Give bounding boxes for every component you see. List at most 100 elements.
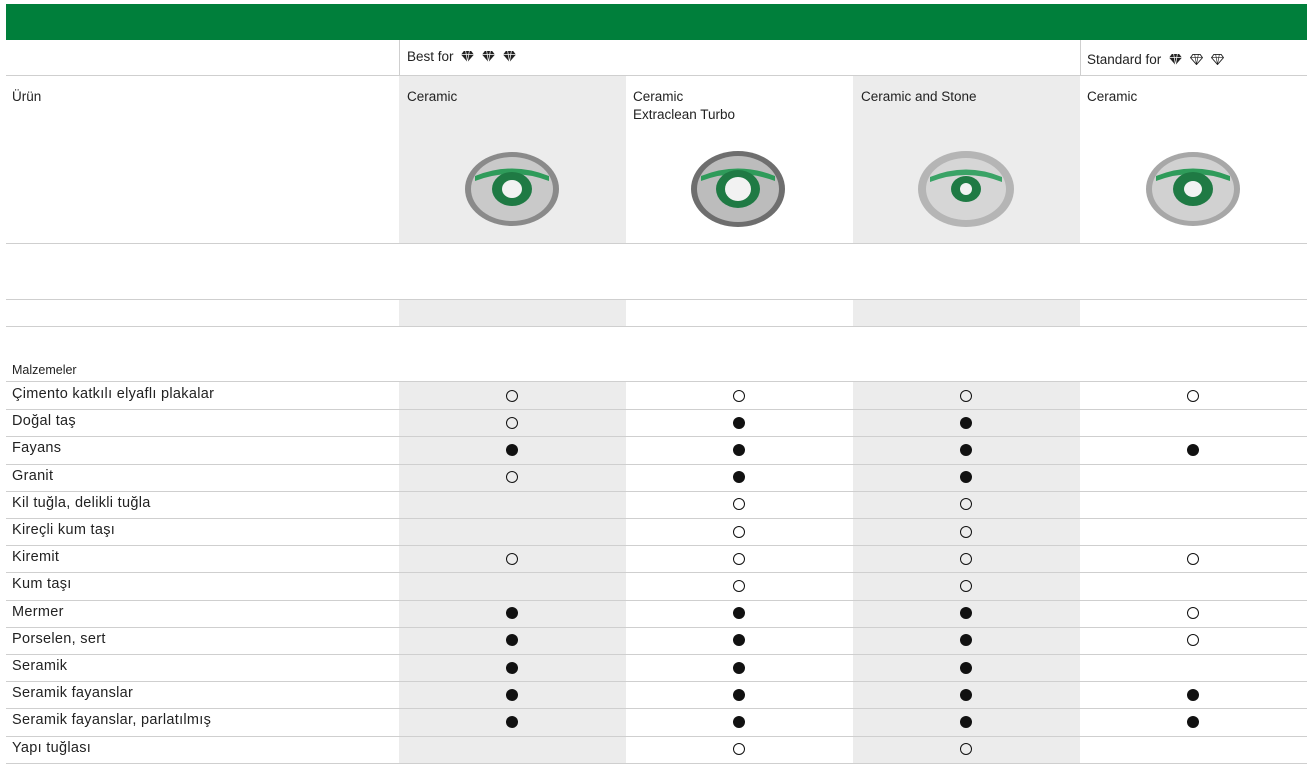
open-circle-icon	[960, 498, 972, 510]
filled-circle-icon	[733, 634, 745, 646]
filled-circle-icon	[506, 444, 518, 456]
open-circle-icon	[733, 580, 745, 592]
open-circle-icon	[1187, 390, 1199, 402]
filled-circle-icon	[1187, 444, 1199, 456]
divider	[6, 381, 1307, 382]
table-row-divider	[6, 409, 1307, 410]
table-row-divider	[6, 708, 1307, 709]
table-row-divider	[6, 736, 1307, 737]
filled-circle-icon	[506, 662, 518, 674]
material-name: Mermer	[12, 603, 64, 620]
material-name: Kil tuğla, delikli tuğla	[12, 494, 151, 511]
open-circle-icon	[506, 471, 518, 483]
filled-circle-icon	[733, 689, 745, 701]
product-name-2: Ceramic	[633, 89, 684, 104]
best-for-label: Best for	[407, 48, 516, 66]
open-circle-icon	[506, 553, 518, 565]
filled-circle-icon	[506, 634, 518, 646]
filled-circle-icon	[506, 607, 518, 619]
standard-for-label: Standard for	[1087, 51, 1224, 69]
section-label-malzemeler: Malzemeler	[12, 363, 77, 377]
open-circle-icon	[733, 743, 745, 755]
material-name: Kireçli kum taşı	[12, 522, 116, 538]
product-disc-image-2[interactable]	[689, 150, 787, 228]
open-circle-icon	[960, 580, 972, 592]
divider	[6, 243, 1307, 244]
table-row-divider	[6, 600, 1307, 601]
table-row-divider	[6, 681, 1307, 682]
col-divider-label	[399, 40, 400, 75]
material-name: Doğal taş	[12, 413, 76, 430]
product-name-1: Ceramic	[407, 89, 458, 104]
filled-circle-icon	[506, 689, 518, 701]
open-circle-icon	[506, 417, 518, 429]
filled-circle-icon	[960, 607, 972, 619]
diamond-filled-icon	[482, 51, 495, 62]
filled-circle-icon	[1187, 716, 1199, 728]
header-bar	[6, 4, 1307, 40]
diamond-filled-icon	[461, 51, 475, 62]
filled-circle-icon	[733, 471, 745, 483]
divider	[6, 299, 1307, 300]
open-circle-icon	[960, 390, 972, 402]
filled-circle-icon	[733, 607, 745, 619]
table-row-divider	[6, 464, 1307, 465]
urun-label: Ürün	[12, 89, 42, 104]
table-row-divider	[6, 491, 1307, 492]
open-circle-icon	[733, 498, 745, 510]
column-shade-3b	[853, 300, 1080, 326]
filled-circle-icon	[733, 716, 745, 728]
material-name: Çimento katkılı elyaflı plakalar	[12, 386, 215, 402]
filled-circle-icon	[960, 662, 972, 674]
filled-circle-icon	[960, 417, 972, 429]
best-for-text: Best for	[407, 49, 454, 64]
table-row-divider	[6, 654, 1307, 655]
table-row-divider	[6, 518, 1307, 519]
product-disc-image-4[interactable]	[1144, 151, 1242, 227]
material-name: Kum taşı	[12, 576, 72, 593]
material-name: Seramik fayanslar	[12, 685, 134, 702]
table-row-divider	[6, 627, 1307, 628]
product-disc-image-1[interactable]	[463, 151, 561, 227]
table-row-divider	[6, 572, 1307, 573]
filled-circle-icon	[1187, 689, 1199, 701]
filled-circle-icon	[960, 689, 972, 701]
product-disc-image-3[interactable]	[916, 150, 1016, 228]
standard-for-text: Standard for	[1087, 52, 1162, 67]
material-name: Fayans	[12, 440, 62, 457]
open-circle-icon	[733, 526, 745, 538]
material-name: Porselen, sert	[12, 630, 106, 647]
column-shade-1b	[399, 300, 626, 326]
filled-circle-icon	[506, 716, 518, 728]
open-circle-icon	[1187, 634, 1199, 646]
open-circle-icon	[960, 553, 972, 565]
product-name-4: Ceramic	[1087, 89, 1138, 104]
filled-circle-icon	[960, 716, 972, 728]
open-circle-icon	[1187, 553, 1199, 565]
open-circle-icon	[506, 390, 518, 402]
open-circle-icon	[733, 390, 745, 402]
open-circle-icon	[960, 743, 972, 755]
material-name: Granit	[12, 467, 54, 484]
filled-circle-icon	[960, 634, 972, 646]
material-name: Kiremit	[12, 549, 60, 566]
open-circle-icon	[1187, 607, 1199, 619]
product-name-2-line2: Extraclean Turbo	[633, 107, 736, 122]
divider	[6, 75, 1307, 76]
col-divider-best-standard	[1080, 40, 1081, 75]
open-circle-icon	[960, 526, 972, 538]
material-name: Seramik fayanslar, parlatılmış	[12, 712, 212, 729]
filled-circle-icon	[733, 417, 745, 429]
filled-circle-icon	[960, 471, 972, 483]
filled-circle-icon	[960, 444, 972, 456]
material-name: Yapı tuğlası	[12, 739, 92, 756]
filled-circle-icon	[733, 662, 745, 674]
diamond-outline-icon	[1189, 54, 1203, 65]
table-row-divider	[6, 545, 1307, 546]
product-name-3: Ceramic and Stone	[861, 89, 977, 104]
material-name: Seramik	[12, 658, 68, 674]
divider	[6, 326, 1307, 327]
diamond-filled-icon	[1169, 54, 1182, 65]
table-row-divider	[6, 436, 1307, 437]
filled-circle-icon	[733, 444, 745, 456]
